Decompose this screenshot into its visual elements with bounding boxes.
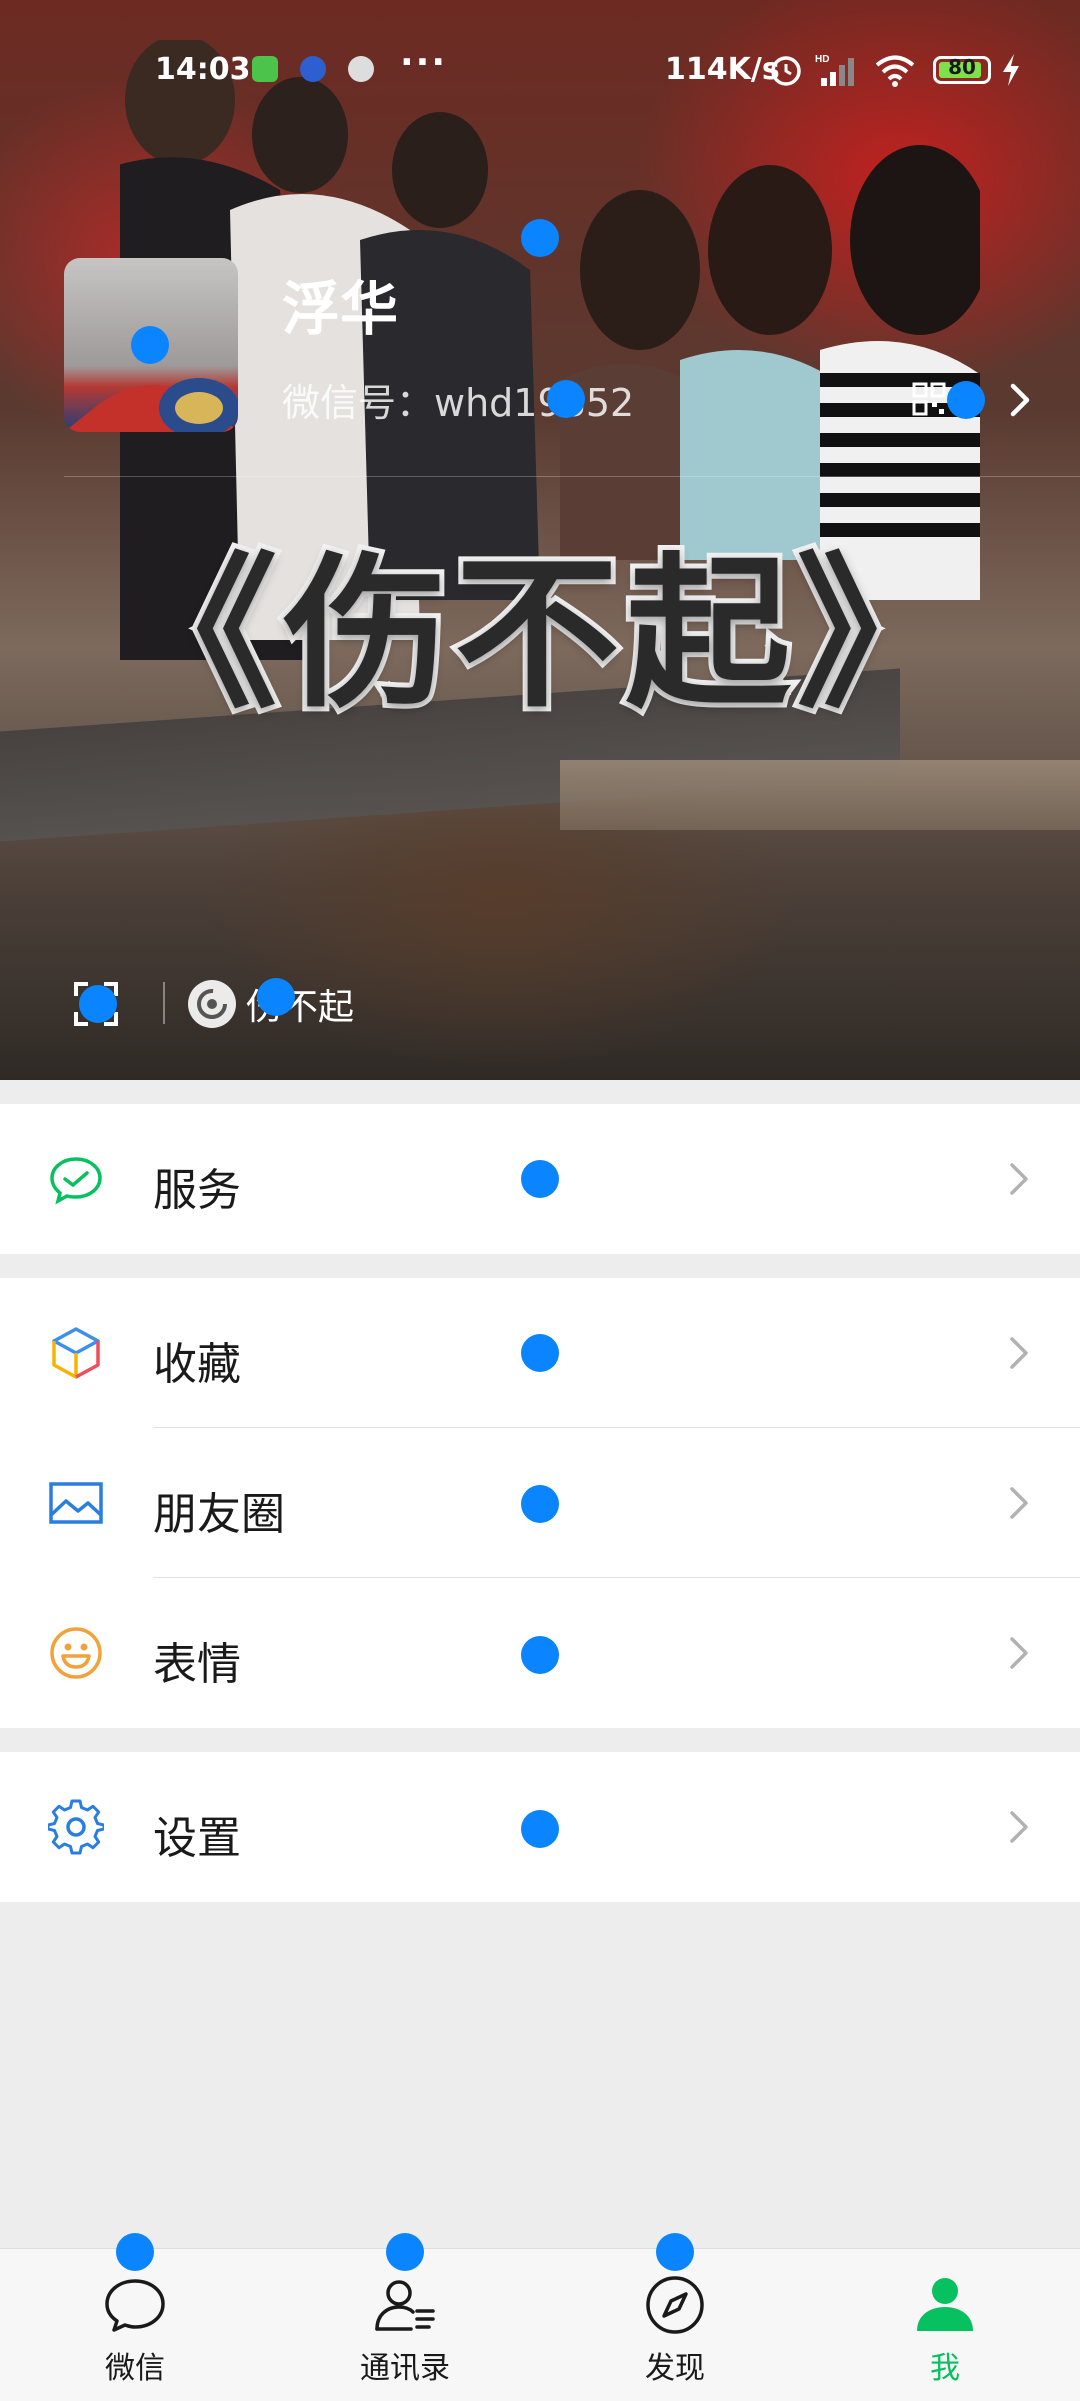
touch-marker (521, 1810, 559, 1848)
tab-label-me: 我 (930, 2351, 960, 2386)
menu-label-stickers: 表情 (153, 1639, 241, 1690)
touch-marker (947, 381, 985, 419)
qr-code-icon[interactable] (912, 382, 946, 416)
tab-contacts[interactable]: 通讯录 (305, 2249, 505, 2401)
favorites-cube-icon (52, 1327, 100, 1379)
menu-label-moments: 朋友圈 (153, 1489, 285, 1540)
network-speed: 114K/s (665, 52, 780, 87)
app-notification-icon (348, 56, 374, 82)
chat-bubble-icon (105, 2279, 165, 2332)
touch-marker (656, 2233, 694, 2271)
tab-discover[interactable]: 发现 (575, 2249, 775, 2401)
stickers-smiley-icon (50, 1627, 102, 1679)
tab-label-contacts: 通讯录 (360, 2351, 450, 2386)
alarm-icon (771, 56, 801, 86)
charging-icon (1003, 54, 1019, 86)
profile-divider (64, 476, 1080, 477)
touch-marker (521, 1334, 559, 1372)
battery-icon: 80 (933, 55, 991, 84)
status-ring-icon (188, 980, 236, 1028)
tab-chats[interactable]: 微信 (35, 2249, 235, 2401)
contacts-icon (375, 2280, 435, 2331)
status-time: 14:03 (155, 52, 251, 87)
touch-marker (521, 219, 559, 257)
touch-marker (521, 1160, 559, 1198)
app-notification-icon (300, 56, 326, 82)
person-icon (917, 2278, 973, 2331)
chevron-right-icon (1010, 1337, 1028, 1369)
profile-cover[interactable]: 《伤不起》 (0, 0, 1080, 1080)
cover-overlay-text: 《伤不起》 (108, 533, 968, 735)
chevron-right-icon (1010, 1811, 1028, 1843)
menu-label-services: 服务 (153, 1165, 241, 1216)
services-icon (50, 1157, 102, 1205)
svg-text:HD: HD (815, 54, 829, 65)
cover-bench-shape (560, 760, 1080, 830)
cellular-signal-icon: HD (815, 54, 854, 86)
bottom-tab-bar: 微信 通讯录 发现 我 (0, 2248, 1080, 2401)
touch-marker (521, 1485, 559, 1523)
menu-label-settings: 设置 (153, 1813, 241, 1864)
touch-marker (547, 380, 585, 418)
cover-action-divider (163, 982, 165, 1024)
compass-icon (646, 2276, 704, 2334)
profile-nickname[interactable]: 浮华 (282, 262, 398, 346)
tab-label-chats: 微信 (105, 2351, 165, 2386)
touch-marker (79, 985, 117, 1023)
chevron-right-icon (1010, 1487, 1028, 1519)
status-bar: 14:03 ··· 114K/s HD 80 (0, 40, 1080, 100)
menu-label-favorites: 收藏 (153, 1339, 241, 1390)
more-notifications-icon: ··· (400, 42, 448, 83)
touch-marker (131, 326, 169, 364)
chevron-right-icon (1010, 1637, 1028, 1669)
moments-image-icon (49, 1482, 103, 1524)
tab-label-discover: 发现 (645, 2351, 705, 2386)
touch-marker (116, 2233, 154, 2271)
app-notification-icon (252, 56, 278, 82)
battery-level: 80 (948, 55, 976, 79)
touch-marker (521, 1636, 559, 1674)
profile-chevron-right-icon[interactable] (1005, 380, 1035, 420)
chevron-right-icon (1010, 1163, 1028, 1195)
wifi-icon (875, 55, 915, 87)
touch-marker (386, 2233, 424, 2271)
touch-marker (257, 978, 295, 1016)
tab-me[interactable]: 我 (845, 2249, 1045, 2401)
settings-gear-icon (48, 1799, 104, 1855)
